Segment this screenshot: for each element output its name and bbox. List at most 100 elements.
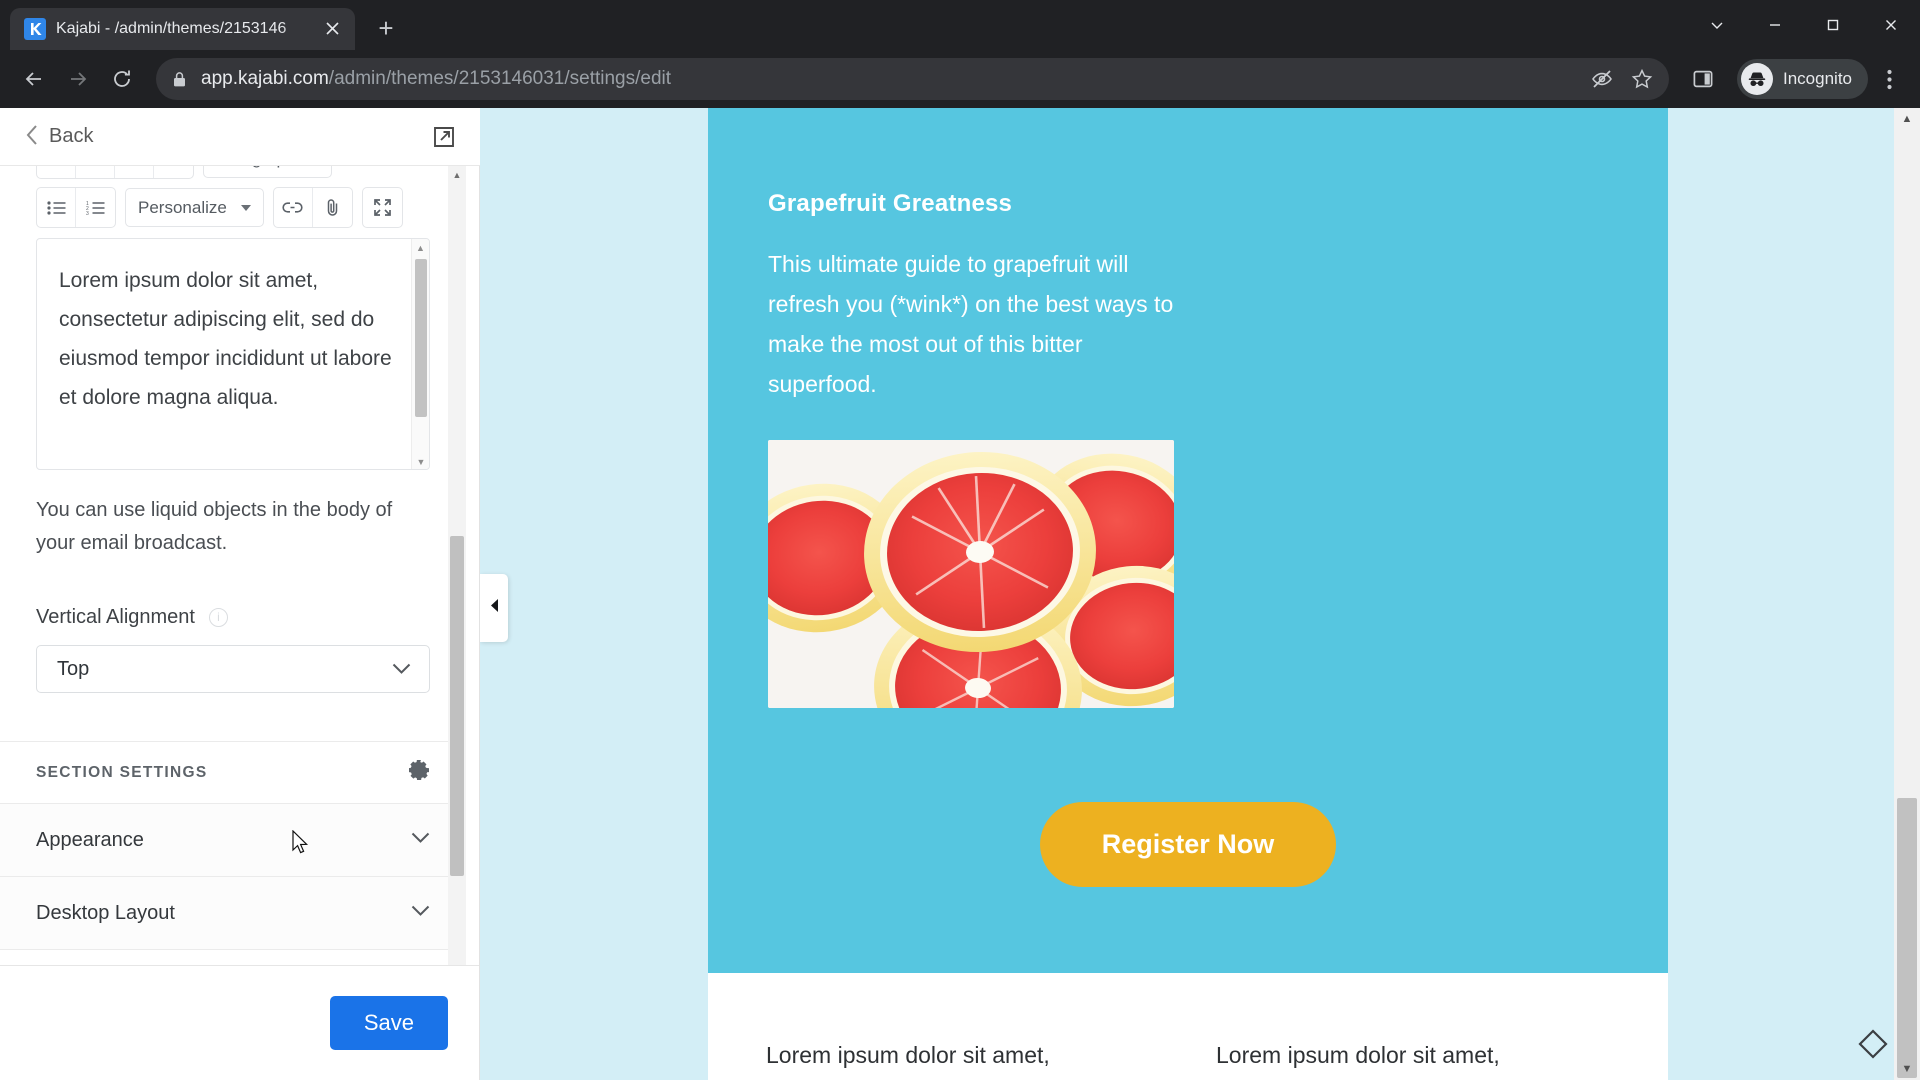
chevron-left-icon [488, 598, 501, 618]
sidebar-footer: Save [0, 965, 480, 1080]
fullscreen-group [361, 187, 403, 228]
accordion-label: Desktop Layout [36, 901, 175, 924]
browser-chrome: Kajabi - /admin/themes/2153146 + app.kaj… [0, 0, 1920, 108]
browser-toolbar: app.kajabi.com/admin/themes/2153146031/s… [0, 50, 1920, 108]
hero-title: Grapefruit Greatness [768, 190, 1013, 217]
tab-title: Kajabi - /admin/themes/2153146 [56, 20, 287, 37]
accordion-desktop-layout[interactable]: Desktop Layout [0, 877, 466, 950]
scrollbar-thumb[interactable] [415, 259, 427, 417]
email-canvas: Grapefruit Greatness This ultimate guide… [708, 108, 1668, 1080]
email-preview-pane: Grapefruit Greatness This ultimate guide… [480, 108, 1920, 1080]
list-group: 123 [36, 187, 116, 228]
chevron-down-icon [392, 658, 411, 681]
insert-group [272, 187, 353, 228]
lock-icon [172, 71, 187, 88]
register-now-button[interactable]: Register Now [1039, 802, 1337, 887]
theme-editor-sidebar: Back Paragraph [0, 108, 480, 1080]
favicon-icon [24, 18, 46, 40]
close-icon[interactable] [321, 18, 343, 40]
body-column-right: Lorem ipsum dolor sit amet, consectetur … [1216, 1042, 1500, 1068]
url-path: /admin/themes/2153146031/settings/edit [328, 68, 672, 89]
fullscreen-icon[interactable] [363, 188, 402, 227]
editor-scrollbar[interactable]: ▲ ▼ [411, 239, 429, 469]
cta-wrapper: Register Now [768, 802, 1608, 887]
email-body-editor[interactable]: Lorem ipsum dolor sit amet, consectetur … [36, 238, 430, 470]
back-label: Back [49, 125, 94, 147]
scroll-up-arrow[interactable]: ▲ [1894, 108, 1920, 130]
eye-slash-icon[interactable] [1591, 68, 1613, 90]
email-body-text[interactable]: Lorem ipsum dolor sit amet, consectetur … [37, 239, 429, 417]
star-icon[interactable] [1631, 68, 1653, 90]
scroll-down-arrow[interactable]: ▼ [1894, 1058, 1920, 1080]
paragraph-style-value: Paragraph [216, 166, 295, 169]
personalize-label: Personalize [138, 197, 227, 217]
reload-icon[interactable] [102, 59, 142, 99]
attachment-icon[interactable] [313, 188, 352, 227]
window-controls [1688, 0, 1920, 50]
page-scrollbar[interactable]: ▲ ▼ [1894, 108, 1920, 1080]
mouse-pointer-icon [292, 829, 310, 861]
align-center-icon[interactable] [76, 166, 115, 178]
svg-text:3: 3 [86, 211, 89, 215]
side-panel-icon[interactable] [1683, 59, 1723, 99]
forward-arrow-icon[interactable] [58, 59, 98, 99]
scroll-down-arrow[interactable]: ▼ [412, 453, 429, 469]
back-arrow-icon[interactable] [14, 59, 54, 99]
save-button[interactable]: Save [329, 996, 448, 1050]
address-bar[interactable]: app.kajabi.com/admin/themes/2153146031/s… [156, 58, 1669, 100]
sidebar-header: Back [0, 108, 480, 166]
back-button[interactable]: Back [26, 124, 94, 149]
align-left-icon[interactable] [37, 166, 76, 178]
browser-tab[interactable]: Kajabi - /admin/themes/2153146 [10, 8, 355, 50]
gear-icon[interactable] [408, 759, 430, 786]
accordion-appearance[interactable]: Appearance [0, 804, 466, 877]
open-external-icon[interactable] [432, 125, 456, 149]
accordion-label: Appearance [36, 828, 144, 851]
minimize-icon[interactable] [1746, 0, 1804, 50]
profile-button[interactable]: Incognito [1737, 59, 1868, 99]
chevron-down-icon [240, 204, 251, 211]
vertical-alignment-label-row: Vertical Alignment i [36, 606, 430, 629]
chevron-down-icon [411, 831, 430, 849]
align-right-icon[interactable] [115, 166, 154, 178]
email-body-section: Lorem ipsum dolor sit amet, consectetur … [708, 973, 1668, 1080]
section-settings-header: SECTION SETTINGS [0, 742, 466, 804]
sidebar-scrollbar[interactable]: ▲ ▼ [448, 166, 466, 1066]
personalize-select[interactable]: Personalize [125, 188, 264, 227]
url-domain: app.kajabi.com [201, 68, 329, 89]
tab-strip: Kajabi - /admin/themes/2153146 + [0, 0, 1920, 50]
vertical-alignment-select[interactable]: Top [36, 645, 430, 693]
editor-helper-text: You can use liquid objects in the body o… [36, 499, 393, 554]
section-settings-title: SECTION SETTINGS [36, 763, 208, 781]
scroll-up-arrow[interactable]: ▲ [448, 166, 466, 184]
bullet-list-icon[interactable] [37, 188, 76, 227]
chevron-down-icon [411, 904, 430, 922]
collapse-sidebar-handle[interactable] [480, 574, 508, 642]
hero-body: This ultimate guide to grapefruit will r… [768, 251, 1174, 397]
paragraph-style-select[interactable]: Paragraph [203, 166, 333, 178]
toolbar-row-1: Paragraph [36, 166, 430, 179]
scrollbar-thumb[interactable] [450, 536, 464, 876]
url-text: app.kajabi.com/admin/themes/2153146031/s… [201, 68, 671, 90]
scroll-up-arrow[interactable]: ▲ [412, 239, 429, 257]
grapefruit-slices-photo [768, 440, 1174, 708]
sidebar-scroll-area: Paragraph 123 Personalize [0, 166, 466, 1066]
minimize-all-icon[interactable] [1688, 0, 1746, 50]
page-content: Back Paragraph [0, 108, 1920, 1080]
chevron-left-icon [26, 124, 38, 149]
hero-text-block: Grapefruit Greatness This ultimate guide… [768, 168, 1188, 404]
close-window-icon[interactable] [1862, 0, 1920, 50]
incognito-icon [1741, 63, 1773, 95]
scrollbar-thumb[interactable] [1897, 798, 1917, 1078]
align-justify-icon[interactable] [154, 166, 193, 178]
resize-grip-icon[interactable] [1856, 1027, 1890, 1066]
maximize-icon[interactable] [1804, 0, 1862, 50]
link-icon[interactable] [274, 188, 313, 227]
alignment-group [36, 166, 194, 179]
info-icon[interactable]: i [208, 608, 228, 627]
email-hero-section: Grapefruit Greatness This ultimate guide… [708, 108, 1668, 973]
kebab-menu-icon[interactable] [1872, 59, 1906, 99]
rich-text-toolbar: Paragraph 123 Personalize [0, 166, 466, 228]
numbered-list-icon[interactable]: 123 [76, 188, 115, 227]
new-tab-button[interactable]: + [369, 12, 403, 46]
